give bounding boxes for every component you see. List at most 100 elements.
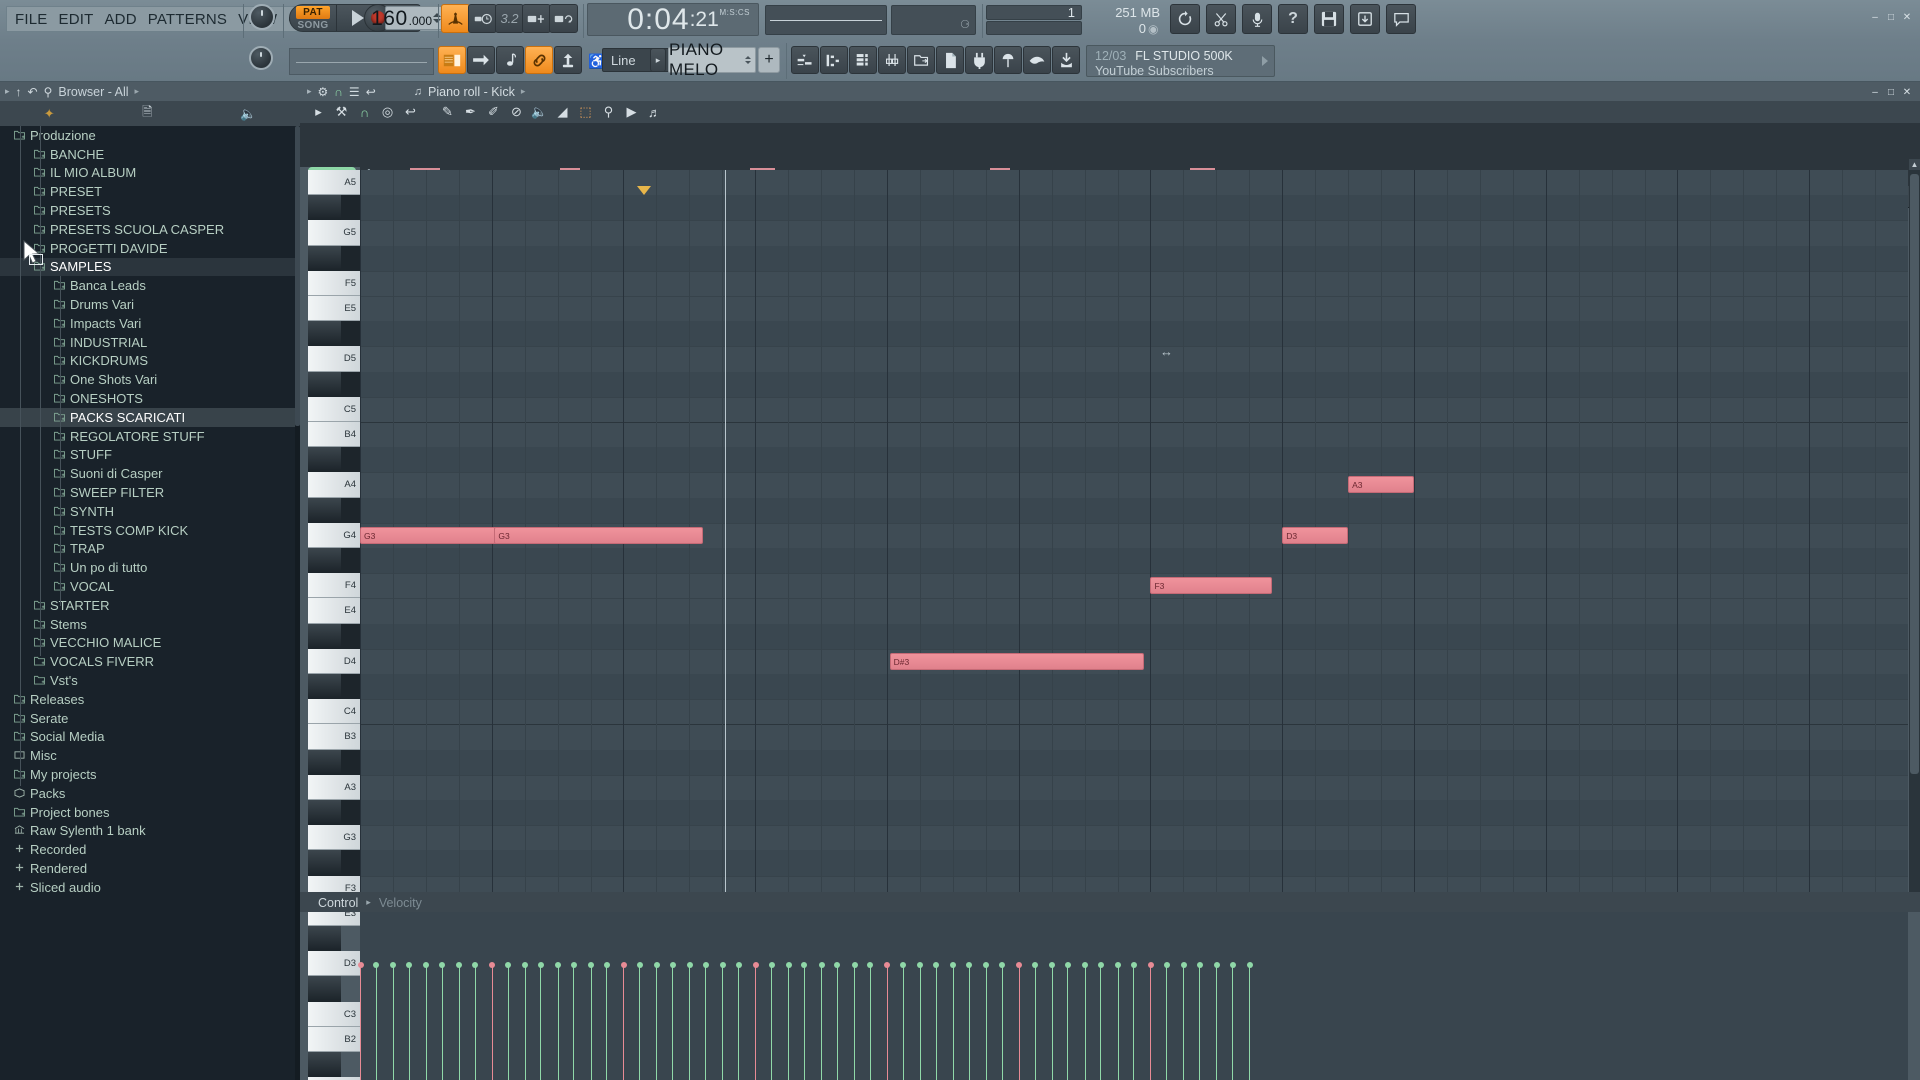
velocity-bar[interactable] bbox=[375, 965, 377, 1080]
velocity-bar[interactable] bbox=[1100, 965, 1102, 1080]
browser-item-sliced-audio[interactable]: Sliced audio bbox=[0, 878, 300, 897]
maximize-button[interactable]: □ bbox=[1884, 10, 1898, 24]
piano-roll-note[interactable]: D#3 bbox=[889, 652, 1144, 670]
piano-key-white[interactable]: G3 bbox=[308, 825, 360, 851]
velocity-handle[interactable] bbox=[588, 962, 595, 969]
browser-item-project-bones[interactable]: Project bones bbox=[0, 803, 300, 822]
velocity-bar[interactable] bbox=[392, 965, 394, 1080]
browser-item-starter[interactable]: STARTER bbox=[0, 596, 300, 615]
velocity-bar[interactable] bbox=[919, 965, 921, 1080]
velocity-handle[interactable] bbox=[917, 962, 924, 969]
velocity-handle[interactable] bbox=[1032, 962, 1039, 969]
velocity-bar[interactable] bbox=[672, 965, 674, 1080]
pr-maximize-button[interactable]: □ bbox=[1884, 85, 1898, 99]
browser-item-my-projects[interactable]: My projects bbox=[0, 765, 300, 784]
browser-item-banche[interactable]: BANCHE bbox=[0, 145, 300, 164]
piano-key-black[interactable] bbox=[308, 850, 341, 876]
bird-button[interactable] bbox=[1023, 46, 1051, 74]
velocity-handle[interactable] bbox=[1229, 962, 1236, 969]
loop-record-button[interactable] bbox=[549, 4, 578, 33]
wait-for-input-button[interactable] bbox=[468, 4, 497, 33]
velocity-editor[interactable] bbox=[357, 912, 1908, 1080]
velocity-bar[interactable] bbox=[1232, 965, 1234, 1080]
velocity-bar[interactable] bbox=[1133, 965, 1135, 1080]
velocity-handle[interactable] bbox=[966, 962, 973, 969]
browser-item-kickdrums[interactable]: KICKDRUMS bbox=[0, 352, 300, 371]
velocity-bar[interactable] bbox=[803, 965, 805, 1080]
horizontal-resize-handle[interactable]: ↔ bbox=[1160, 344, 1173, 359]
browser-item-industrial[interactable]: INDUSTRIAL bbox=[0, 333, 300, 352]
piano-key-black[interactable] bbox=[308, 800, 341, 826]
pr-slice-icon[interactable]: ◢ bbox=[551, 102, 574, 122]
forward-button[interactable] bbox=[467, 46, 495, 74]
velocity-bar[interactable] bbox=[771, 965, 773, 1080]
browser-item-presets-scuola-casper[interactable]: PRESETS SCUOLA CASPER bbox=[0, 220, 300, 239]
velocity-handle[interactable] bbox=[818, 962, 825, 969]
pr-detached-icon[interactable]: ⚙ bbox=[318, 85, 329, 99]
browser-item-trap[interactable]: TRAP bbox=[0, 540, 300, 559]
velocity-bar[interactable] bbox=[1018, 965, 1020, 1080]
pattern-number-display[interactable]: 1 bbox=[986, 5, 1082, 20]
velocity-bar[interactable] bbox=[408, 965, 410, 1080]
piano-roll-note[interactable]: A3 bbox=[1348, 476, 1414, 494]
velocity-bar[interactable] bbox=[886, 965, 888, 1080]
browser-item-vst-s[interactable]: Vst's bbox=[0, 671, 300, 690]
velocity-bar[interactable] bbox=[590, 965, 592, 1080]
piano-key-black[interactable] bbox=[308, 321, 341, 347]
velocity-bar[interactable] bbox=[755, 965, 757, 1080]
tempo-spinner[interactable] bbox=[433, 13, 441, 23]
velocity-bar[interactable] bbox=[869, 965, 871, 1080]
velocity-handle[interactable] bbox=[686, 962, 693, 969]
menu-item-add[interactable]: ADD bbox=[104, 11, 136, 28]
velocity-bar[interactable] bbox=[1166, 965, 1168, 1080]
piano-key-black[interactable] bbox=[308, 623, 341, 649]
pr-target-icon[interactable]: ◎ bbox=[376, 102, 399, 122]
pr-list-icon[interactable]: ☰ bbox=[349, 85, 360, 99]
piano-roll-vertical-scrollbar[interactable] bbox=[1909, 170, 1920, 902]
refresh-button[interactable] bbox=[1170, 4, 1200, 34]
velocity-bar[interactable] bbox=[854, 965, 856, 1080]
pitch-knob[interactable] bbox=[249, 46, 273, 70]
velocity-bar[interactable] bbox=[425, 965, 427, 1080]
velocity-handle[interactable] bbox=[1064, 962, 1071, 969]
browser-item-packs-scaricati[interactable]: PACKS SCARICATI bbox=[0, 407, 300, 427]
count-in-button[interactable]: 3.2 bbox=[495, 4, 524, 33]
velocity-handle[interactable] bbox=[1097, 962, 1104, 969]
piano-key-white[interactable]: C4 bbox=[308, 699, 360, 725]
browser-item-tests-comp-kick[interactable]: TESTS COMP KICK bbox=[0, 521, 300, 540]
tempo-display[interactable]: 160.000 bbox=[371, 6, 445, 30]
project-picker-button[interactable] bbox=[936, 46, 964, 74]
piano-key-black[interactable] bbox=[308, 497, 341, 523]
velocity-bar[interactable] bbox=[1067, 965, 1069, 1080]
browser-item-misc[interactable]: Misc bbox=[0, 746, 300, 765]
pr-undo-icon[interactable]: ↩ bbox=[366, 85, 376, 99]
multilink-button[interactable] bbox=[554, 46, 582, 74]
velocity-handle[interactable] bbox=[357, 962, 364, 969]
velocity-handle[interactable] bbox=[1115, 962, 1122, 969]
piano-key-black[interactable] bbox=[308, 749, 341, 775]
browser-title-chevron-icon[interactable]: ▸ bbox=[135, 86, 140, 97]
velocity-bar[interactable] bbox=[722, 965, 724, 1080]
velocity-handle[interactable] bbox=[537, 962, 544, 969]
piano-key-black[interactable] bbox=[308, 195, 341, 221]
browser-item-vocals-fiverr[interactable]: VOCALS FIVERR bbox=[0, 652, 300, 671]
pr-minimize-button[interactable]: – bbox=[1868, 85, 1882, 99]
piano-roll-note[interactable]: D3 bbox=[1282, 526, 1349, 544]
velocity-handle[interactable] bbox=[472, 962, 479, 969]
velocity-bar[interactable] bbox=[1150, 965, 1152, 1080]
velocity-bar[interactable] bbox=[623, 965, 625, 1080]
velocity-handle[interactable] bbox=[999, 962, 1006, 969]
slide-note-button[interactable] bbox=[496, 46, 524, 74]
shop-button[interactable] bbox=[994, 46, 1022, 74]
velocity-handle[interactable] bbox=[867, 962, 874, 969]
pattern-scroll-bar[interactable] bbox=[986, 21, 1082, 35]
piano-key-white[interactable]: F4 bbox=[308, 573, 360, 599]
export-button[interactable] bbox=[1350, 4, 1380, 34]
velocity-handle[interactable] bbox=[439, 962, 446, 969]
pr-draw-icon[interactable]: ✎ bbox=[436, 102, 459, 122]
velocity-handle[interactable] bbox=[423, 962, 430, 969]
browser-item-oneshots[interactable]: ONESHOTS bbox=[0, 389, 300, 408]
velocity-bar[interactable] bbox=[474, 965, 476, 1080]
piano-key-white[interactable]: C3 bbox=[308, 1001, 360, 1027]
browser-item-vecchio-malice[interactable]: VECCHIO MALICE bbox=[0, 634, 300, 653]
